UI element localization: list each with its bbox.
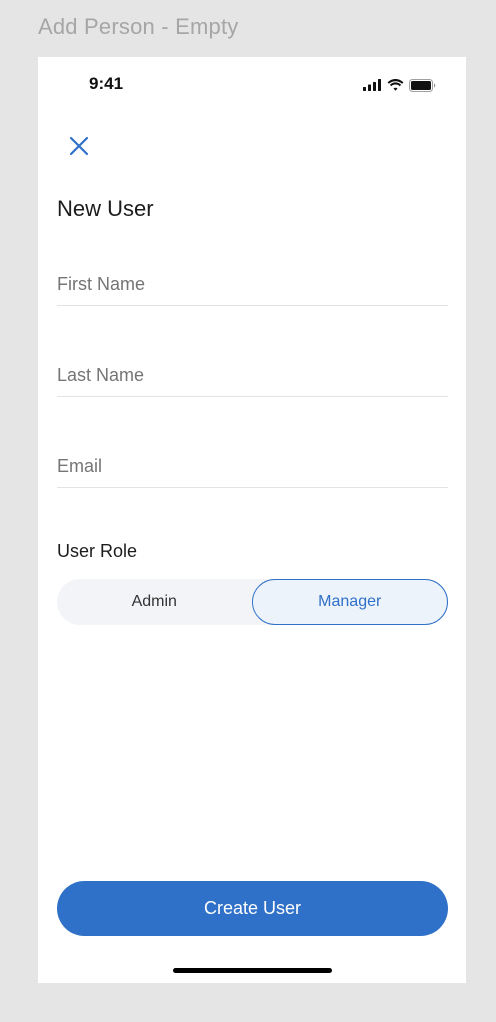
last-name-field — [57, 356, 448, 397]
status-time: 9:41 — [89, 74, 124, 93]
user-role-selector: Admin Manager — [57, 579, 448, 625]
phone-screen: 9:41 New User First Name Last Name Email… — [38, 57, 466, 983]
cellular-signal-icon — [363, 79, 381, 91]
email-field — [57, 447, 448, 488]
user-role-label: User Role — [57, 541, 138, 561]
frame-label: Add Person - Empty — [38, 14, 239, 39]
status-bar: 9:41 — [38, 57, 466, 111]
status-icons — [363, 78, 436, 92]
home-indicator — [173, 968, 332, 973]
wifi-icon — [387, 79, 404, 91]
first-name-input[interactable] — [57, 265, 448, 303]
role-option-manager[interactable]: Manager — [251, 579, 448, 625]
page-title: New User — [57, 196, 154, 221]
first-name-field — [57, 265, 448, 306]
role-option-admin[interactable]: Admin — [57, 579, 252, 625]
close-icon — [69, 136, 89, 156]
create-user-button[interactable]: Create User — [57, 881, 448, 936]
last-name-input[interactable] — [57, 356, 448, 394]
battery-icon — [409, 78, 436, 92]
close-button[interactable] — [64, 131, 94, 161]
email-input[interactable] — [57, 447, 448, 485]
